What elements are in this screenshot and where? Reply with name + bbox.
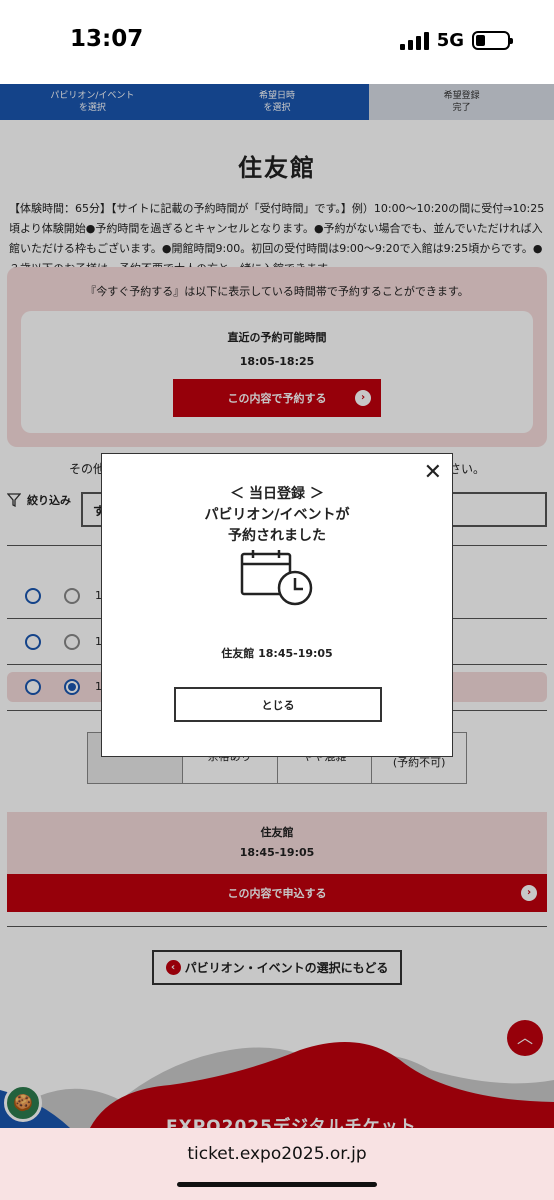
modal-reservation-info: 住友館 18:45-19:05 [221,647,333,660]
status-indicators: 5G [399,30,513,51]
reservation-complete-modal: ✕ ＜ 当日登録 ＞ パビリオン/イベントが 予約されました 住友館 18:45… [101,453,453,757]
status-time: 13:07 [70,26,144,52]
signal-icon [399,31,429,50]
calendar-clock-icon [240,550,313,606]
status-bar: 13:07 5G [0,0,554,84]
battery-icon [472,31,513,50]
home-indicator [177,1182,377,1187]
browser-url-bar[interactable]: ticket.expo2025.or.jp [0,1128,554,1200]
modal-close-button[interactable]: とじる [174,687,382,722]
network-type: 5G [436,30,464,51]
close-icon[interactable]: ✕ [424,462,442,484]
url-text: ticket.expo2025.or.jp [187,1144,367,1164]
modal-heading: ＜ 当日登録 ＞ パビリオン/イベントが 予約されました [204,486,350,544]
